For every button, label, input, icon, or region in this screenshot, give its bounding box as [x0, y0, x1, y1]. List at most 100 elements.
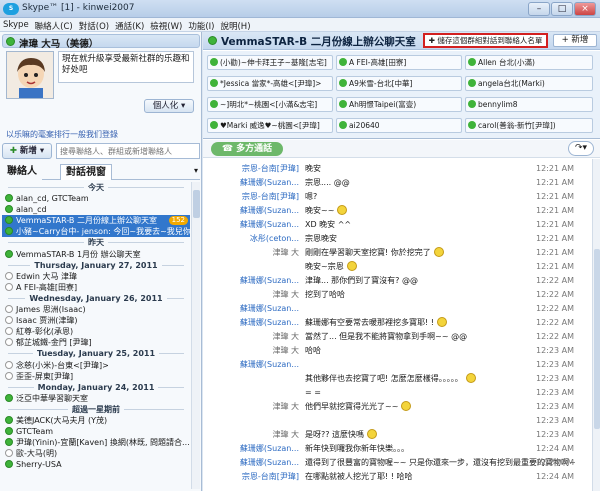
message-sender[interactable]: 津瑋 大: [272, 345, 299, 357]
sort-menu-icon[interactable]: ▾: [194, 166, 198, 175]
message-sender[interactable]: 蘇珊娜(Suzan...: [240, 457, 299, 469]
search-input[interactable]: [56, 143, 200, 159]
participant-item[interactable]: bennylim8: [465, 97, 593, 112]
message-sender[interactable]: 宗恩-台南[尹瑋]: [242, 163, 299, 175]
participant-item[interactable]: Allen 台北(小滿): [465, 55, 593, 70]
conversation-item[interactable]: VemmaSTAR-B 1月份 辦公聊天室: [2, 249, 190, 260]
tab-contacts[interactable]: 聯絡人: [2, 164, 42, 180]
conversation-item[interactable]: 念慈(小米)-台東<[尹瑋]>: [2, 360, 190, 371]
conversation-item[interactable]: Edwin 大马 津瑋: [2, 271, 190, 282]
conversation-item[interactable]: 尹瑋(Yinin)-宜蘭[Kaven] 換網(林既, 問題請合...: [2, 437, 190, 448]
chat-toolbar: ☎ 多方通話 ↷▾: [203, 140, 600, 158]
participant-name: *Jessica 當家*-高雄<[尹瑋]>: [220, 79, 322, 88]
message-sender[interactable]: 津瑋 大: [272, 289, 299, 301]
status-icon: [5, 227, 13, 236]
conversation-item[interactable]: A FEI-高雄[田寮]: [2, 282, 190, 293]
conversation-item[interactable]: 小豬~Carry台中- jenson: 今回~我要去~我兒你: [2, 226, 190, 238]
participant-item[interactable]: angela台北(Marki): [465, 76, 593, 91]
conversation-item[interactable]: Isaac 贾洲(津瑋): [2, 315, 190, 326]
chat-message: 津瑋 大他們早就挖寶得光光了~~ 12:23 AM: [203, 401, 591, 413]
message-sender[interactable]: 蘇珊娜(Suzan...: [240, 443, 299, 455]
conversation-item[interactable]: 紅尊-彰化(承恩): [2, 326, 190, 337]
profile-status-bar[interactable]: 津瑋 大马（美德）: [2, 34, 200, 50]
conversation-item[interactable]: 歐-大马(明): [2, 448, 190, 459]
status-icon: [5, 271, 13, 280]
message-sender[interactable]: 蘇珊娜(Suzan...: [240, 219, 299, 231]
save-group-button[interactable]: ✚ 儲存這個群組對話到聯絡人名單: [423, 33, 548, 48]
status-icon: [5, 427, 13, 436]
conversation-item[interactable]: Sherry-USA: [2, 459, 190, 470]
participant-item[interactable]: (小勸)~伸卡拜王子~基隆[志宅]: [207, 55, 333, 70]
message-time: 12:21 AM: [536, 178, 574, 187]
participant-item[interactable]: ♥Marki 威逸♥~桃園<[尹瑋]: [207, 118, 333, 133]
conversation-item[interactable]: 郁芷城鐵-金門 [尹瑋]: [2, 337, 190, 348]
message-time: 12:23 AM: [536, 346, 574, 355]
message-sender[interactable]: 宗恩-台南[尹瑋]: [242, 191, 299, 203]
close-button[interactable]: ×: [574, 2, 596, 16]
avatar[interactable]: [6, 51, 54, 99]
scroll-thumb[interactable]: [193, 190, 200, 218]
personalize-button[interactable]: 個人化 ▾: [144, 99, 194, 113]
contact-tabs: 聯絡人 對話視窗 ▾: [2, 164, 200, 180]
chat-message: = = 12:23 AM: [203, 387, 591, 399]
chat-scroll-thumb[interactable]: [594, 249, 600, 429]
list-scrollbar[interactable]: [191, 182, 200, 489]
conversation-item[interactable]: alan_cd: [2, 204, 190, 215]
chat-options-button[interactable]: ↷▾: [568, 141, 594, 156]
new-button[interactable]: ✚ 新增 ▾: [2, 143, 52, 159]
conversation-label: 郁芷城鐵-金門 [尹瑋]: [16, 338, 92, 348]
conversation-label: 小豬~Carry台中- jenson: 今回~我要去~我兒你: [16, 227, 190, 237]
maximize-button[interactable]: □: [551, 2, 573, 16]
message-sender[interactable]: 津瑋 大: [272, 331, 299, 343]
chat-message: 冰彤(ceton... 宗恩晚安 12:21 AM: [203, 233, 591, 245]
message-sender[interactable]: 蘇珊娜(Suzan...: [240, 177, 299, 189]
message-sender[interactable]: 蘇珊娜(Suzan...: [240, 317, 299, 329]
participant-name: bennylim8: [478, 100, 518, 109]
status-icon: [5, 415, 13, 424]
message-sender[interactable]: 蘇珊娜(Suzan...: [240, 359, 299, 371]
message-sender[interactable]: 蘇珊娜(Suzan...: [240, 303, 299, 315]
minimize-button[interactable]: –: [528, 2, 550, 16]
message-sender[interactable]: 蘇珊娜(Suzan...: [240, 205, 299, 217]
participant-item[interactable]: ~]明北*~桃園<[小滿&志宅]: [207, 97, 333, 112]
message-sender[interactable]: 津瑋 大: [272, 429, 299, 441]
conversation-item[interactable]: 歪歪-屏東[尹瑋]: [2, 371, 190, 382]
participant-item[interactable]: carol(善翁-新竹[尹瑋]): [465, 118, 593, 133]
conversation-item[interactable]: VemmaSTAR-B 二月份線上辦公聊天室 152: [2, 215, 190, 227]
status-icon: [5, 205, 13, 214]
conversation-item[interactable]: alan_cd, GTCTeam: [2, 193, 190, 204]
conversation-item[interactable]: GTCTeam: [2, 426, 190, 437]
participant-name: (小勸)~伸卡拜王子~基隆[志宅]: [220, 58, 327, 67]
message-sender[interactable]: 津瑋 大: [272, 247, 299, 259]
participant-name: ♥Marki 威逸♥~桃園<[尹瑋]: [220, 121, 320, 130]
online-status-icon[interactable]: [6, 37, 15, 46]
conversation-label: James 思洲(Isaac): [16, 305, 86, 315]
message-sender[interactable]: 蘇珊娜(Suzan...: [240, 275, 299, 287]
promo-link[interactable]: 以乐嘛的毫案排行一般我们登錄: [6, 129, 118, 140]
conversation-label: Sherry-USA: [16, 460, 62, 470]
participant-item[interactable]: A9米雪-台北[中華]: [336, 76, 462, 91]
conversation-item[interactable]: James 思洲(Isaac): [2, 304, 190, 315]
chat-header: VemmaSTAR-B 二月份線上辦公聊天室 ✚ 儲存這個群組對話到聯絡人名單 …: [203, 32, 600, 50]
message-time: 12:23 AM: [536, 374, 574, 383]
conversation-item[interactable]: 美德JACK(大马夫月 (Y茂): [2, 415, 190, 426]
chat-scrollbar[interactable]: [592, 159, 600, 491]
message-sender[interactable]: 津瑋 大: [272, 401, 299, 413]
online-status-icon: [339, 79, 347, 87]
message-time: 12:23 AM: [536, 402, 574, 411]
participant-item[interactable]: *Jessica 當家*-高雄<[尹瑋]>: [207, 76, 333, 91]
mood-message[interactable]: 現在就升級享受最新社群的乐趣和好处吧: [58, 51, 194, 83]
participant-item[interactable]: ai20640: [336, 118, 462, 133]
message-sender[interactable]: 冰彤(ceton...: [250, 233, 299, 245]
message-sender[interactable]: 宗恩-台南[尹瑋]: [242, 471, 299, 483]
tab-conversations[interactable]: 對話視窗: [60, 164, 112, 180]
participant-item[interactable]: A FEI-高雄[田寮]: [336, 55, 462, 70]
online-status-icon: [210, 121, 218, 129]
conversation-item[interactable]: 泛亞中華學習聊天室: [2, 393, 190, 404]
add-participant-button[interactable]: + 新增: [553, 34, 597, 47]
participant-item[interactable]: Ah明憬Taipei(富壹): [336, 97, 462, 112]
status-icon: [5, 194, 13, 203]
message-time: 12:23 AM: [536, 430, 574, 439]
menu-skype[interactable]: Skype: [0, 18, 32, 32]
group-call-button[interactable]: ☎ 多方通話: [211, 142, 283, 156]
